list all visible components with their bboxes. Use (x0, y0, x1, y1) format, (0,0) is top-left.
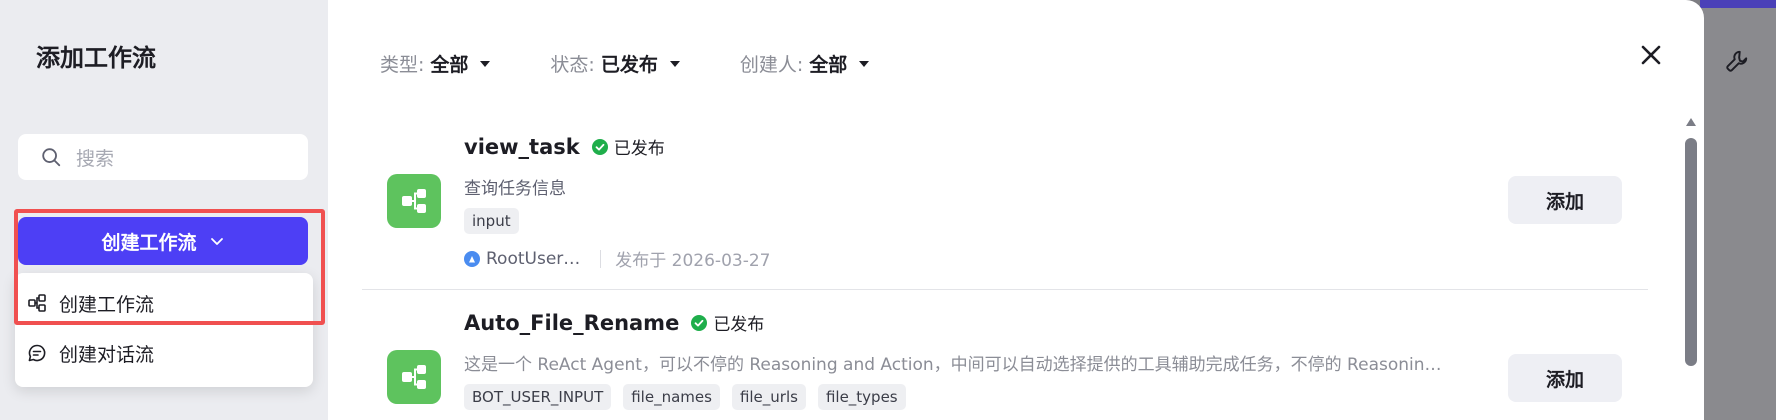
filter-bar: 类型: 全部 状态: 已发布 创建人: 全部 (380, 50, 929, 77)
search-icon (42, 148, 61, 167)
status-text: 已发布 (713, 315, 765, 335)
tag: file_urls (731, 384, 806, 410)
author: RootUser… (464, 249, 580, 269)
caret-down-icon (859, 60, 870, 67)
meta-divider (600, 249, 602, 268)
workflow-name: Auto_File_Rename (464, 310, 680, 335)
chat-flow-icon (28, 344, 46, 362)
menu-item-label: 创建对话流 (59, 343, 155, 366)
status-badge: 已发布 (691, 310, 764, 335)
status-text: 已发布 (613, 139, 665, 159)
wrench-icon (1726, 50, 1748, 72)
tag: file_types (817, 384, 906, 410)
highlight-box (14, 209, 325, 325)
filter-label: 创建人: (739, 54, 804, 76)
tag: input (464, 208, 519, 234)
publish-date: 发布于 2026-03-27 (615, 251, 771, 271)
caret-down-icon (669, 60, 680, 67)
filter-label: 类型: (380, 54, 425, 76)
user-avatar-icon (464, 250, 480, 267)
workflow-app-icon (387, 174, 441, 228)
workflow-tags: BOT_USER_INPUT file_names file_urls file… (464, 384, 918, 410)
add-workflow-modal: 添加工作流 搜索 创建工作流 创建工作流 创建对话流 类型: 全部 状态: 已发… (0, 0, 1704, 420)
flow-nodes-icon (402, 189, 426, 213)
check-circle-icon (591, 138, 608, 155)
workflow-title-row: view_task 已发布 (464, 134, 665, 160)
filter-label: 状态: (550, 54, 595, 76)
workflow-description: 这是一个 ReAct Agent，可以不停的 Reasoning and Act… (464, 355, 1442, 375)
scrollbar-thumb[interactable] (1685, 138, 1697, 366)
search-placeholder: 搜索 (76, 147, 115, 170)
check-circle-icon (691, 314, 708, 331)
add-button[interactable]: 添加 (1508, 176, 1622, 224)
filter-creator[interactable]: 创建人: 全部 (740, 50, 871, 77)
tag: BOT_USER_INPUT (464, 384, 612, 410)
workflow-app-icon (387, 350, 441, 404)
menu-item-create-chatflow[interactable]: 创建对话流 (15, 329, 313, 377)
tag: file_names (623, 384, 720, 410)
caret-down-icon (480, 60, 491, 67)
workflow-description: 查询任务信息 (464, 179, 566, 199)
filter-value: 全部 (430, 54, 469, 76)
add-button[interactable]: 添加 (1508, 354, 1622, 402)
close-icon[interactable] (1640, 44, 1662, 66)
workflow-title-row: Auto_File_Rename 已发布 (464, 310, 764, 336)
workflow-list-item: Auto_File_Rename 已发布 这是一个 ReAct Agent，可以… (362, 300, 1648, 420)
modal-sidebar: 添加工作流 搜索 创建工作流 创建工作流 创建对话流 (0, 0, 328, 420)
workflow-meta: RootUser… 发布于 2026-03-27 (464, 246, 770, 271)
modal-title: 添加工作流 (36, 44, 156, 72)
author-name: RootUser… (486, 248, 581, 269)
filter-value: 已发布 (600, 54, 658, 76)
workflow-name: view_task (464, 134, 580, 159)
search-input[interactable]: 搜索 (18, 134, 308, 180)
filter-value: 全部 (809, 54, 848, 76)
filter-status[interactable]: 状态: 已发布 (550, 50, 681, 77)
workflow-tags: input (464, 208, 531, 234)
background-app-header (1700, 0, 1776, 8)
flow-nodes-icon (402, 365, 426, 389)
filter-type[interactable]: 类型: 全部 (380, 50, 492, 77)
scroll-up-arrow[interactable] (1686, 118, 1696, 126)
workflow-list-item: view_task 已发布 查询任务信息 input RootUser… 发布于… (362, 120, 1648, 290)
status-badge: 已发布 (591, 134, 665, 159)
